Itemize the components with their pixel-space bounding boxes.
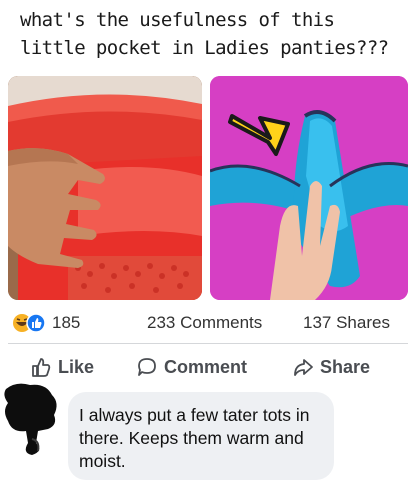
comment-bubble[interactable]: I always put a few tater tots in there. … <box>68 392 334 480</box>
share-arrow-icon <box>294 359 313 376</box>
stats-divider <box>8 343 408 344</box>
post-caption: what's the usefulness of this little poc… <box>20 9 389 59</box>
comment-bubble-icon <box>138 358 156 376</box>
post-photo-red-panties[interactable] <box>8 76 202 300</box>
post-photo-blue-panties[interactable] <box>210 76 408 300</box>
share-button[interactable]: Share <box>292 353 370 381</box>
reaction-icons[interactable] <box>12 313 46 333</box>
like-label: Like <box>58 356 95 377</box>
avatar[interactable] <box>2 381 62 457</box>
like-button[interactable]: Like <box>30 353 94 381</box>
blue-panties-illustration <box>210 76 408 300</box>
comment-label: Comment <box>164 356 248 377</box>
red-panties-illustration <box>8 76 202 300</box>
thumbs-up-icon <box>32 358 51 377</box>
comment-count[interactable]: 233 Comments <box>147 313 262 333</box>
post-action-bar: Like Comment Share <box>8 353 408 381</box>
comment-text: I always put a few tater tots in there. … <box>79 405 310 471</box>
share-label: Share <box>320 356 371 377</box>
reaction-count[interactable]: 185 <box>52 313 80 333</box>
share-count[interactable]: 137 Shares <box>303 313 390 333</box>
reaction-stats-bar: 185 233 Comments 137 Shares <box>8 312 408 334</box>
like-thumb-icon <box>26 313 46 333</box>
comment-button[interactable]: Comment <box>136 353 247 381</box>
